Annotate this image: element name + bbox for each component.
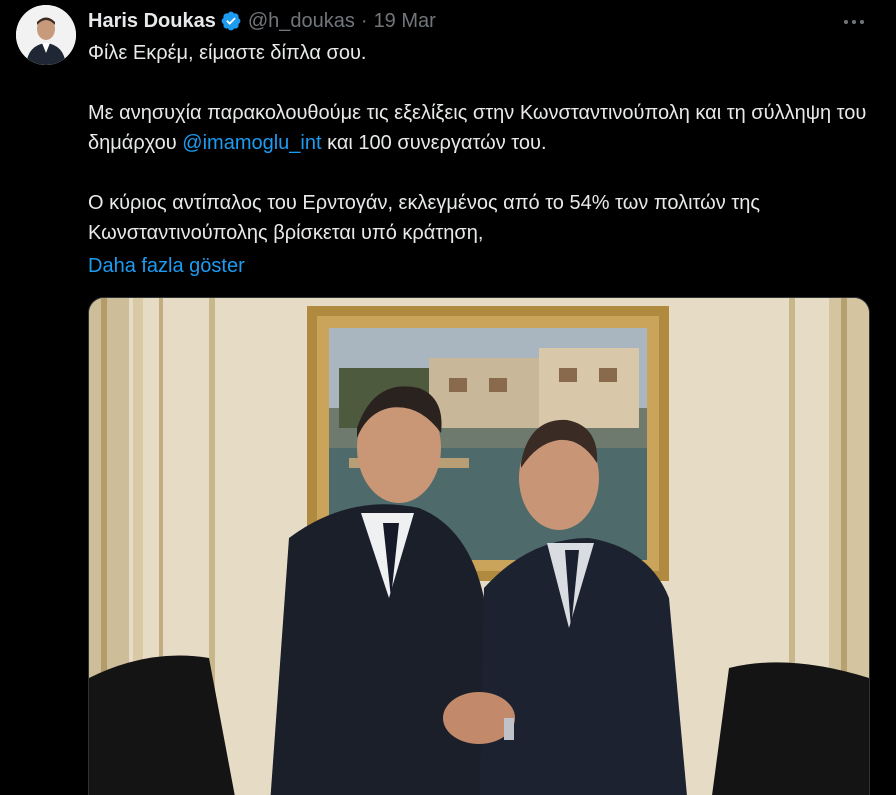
avatar-photo <box>16 5 76 65</box>
tweet-paragraph-3: Ο κύριος αντίπαλος του Ερντογάν, εκλεγμέ… <box>88 192 761 244</box>
tweet-line-1: Φίλε Εκρέμ, είμαστε δίπλα σου. <box>88 42 367 64</box>
verified-badge-icon <box>221 11 241 31</box>
tweet-card: Haris Doukas @h_doukas · 19 Mar Φίλε Εκρ… <box>0 0 896 795</box>
more-options-button[interactable] <box>842 10 866 34</box>
avatar[interactable] <box>16 5 76 65</box>
more-options-icon-dot <box>852 20 856 24</box>
tweet-paragraph-2: Με ανησυχία παρακολουθούμε τις εξελίξεις… <box>88 98 878 158</box>
display-name[interactable]: Haris Doukas <box>88 10 216 33</box>
show-more-link[interactable]: Daha fazla göster <box>88 251 245 281</box>
timestamp[interactable]: 19 Mar <box>374 10 436 33</box>
mention-link[interactable]: @imamoglu_int <box>182 132 321 154</box>
photo-image <box>89 298 869 795</box>
paragraph-text: και 100 συνεργατών του. <box>321 132 547 154</box>
author-handle[interactable]: @h_doukas <box>248 10 355 33</box>
tweet-photo[interactable] <box>88 297 870 795</box>
more-options-icon <box>844 20 848 24</box>
tweet-header: Haris Doukas @h_doukas · 19 Mar <box>88 7 436 35</box>
more-options-icon-dot <box>860 20 864 24</box>
tweet-text: Φίλε Εκρέμ, είμαστε δίπλα σου. Με ανησυχ… <box>88 38 878 281</box>
separator-dot: · <box>360 9 368 32</box>
